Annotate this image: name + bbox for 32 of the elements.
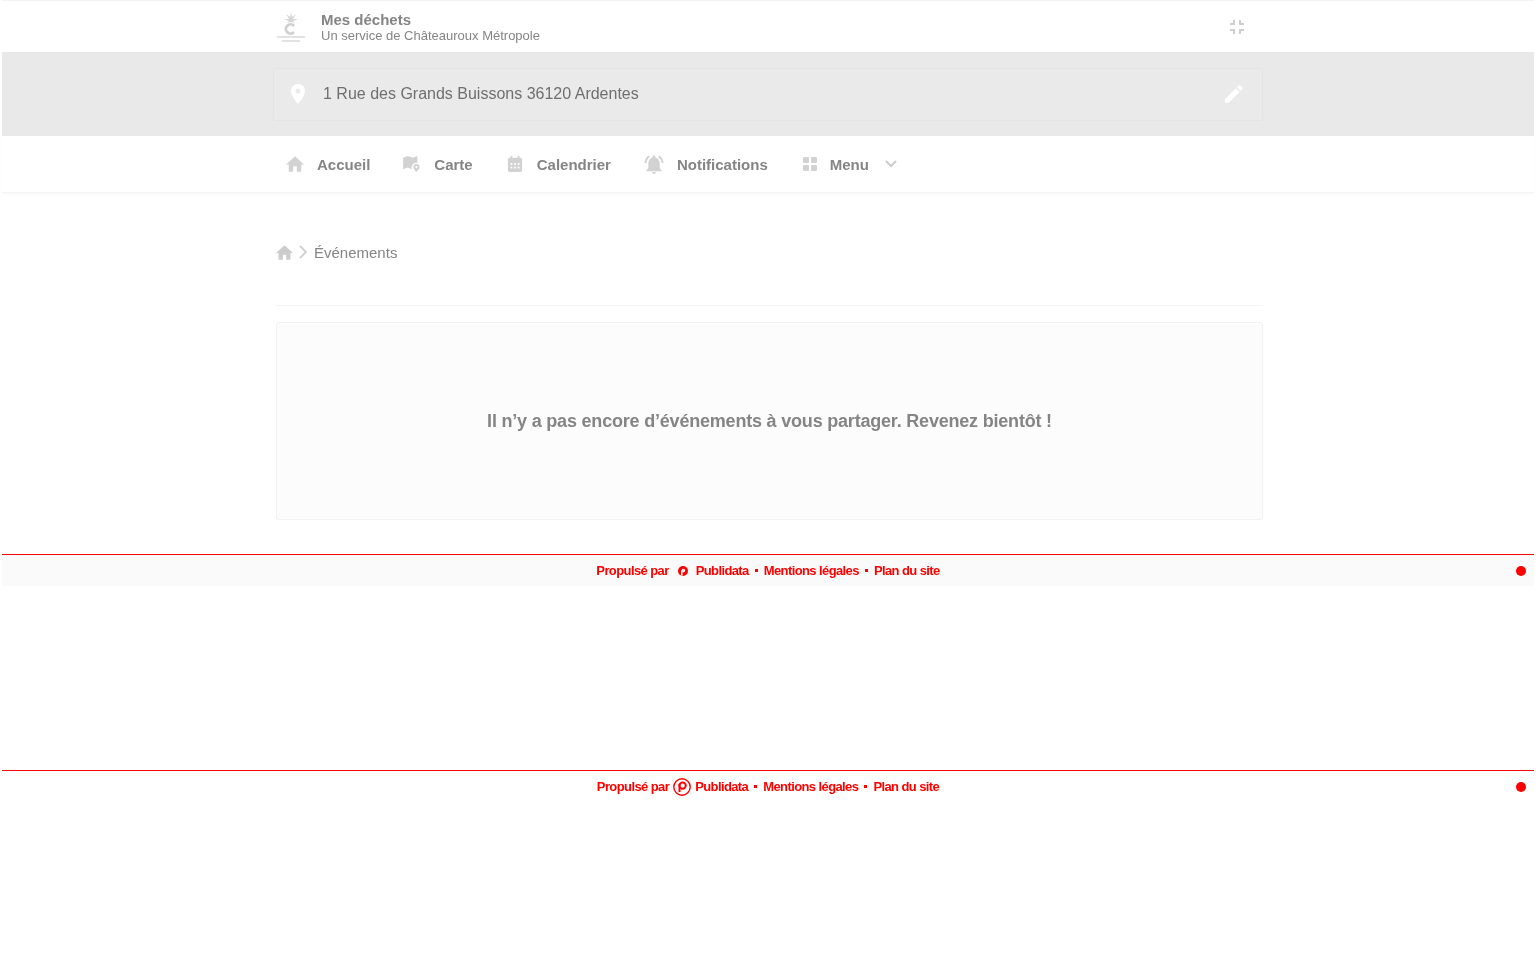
brand-link[interactable]: Publidata bbox=[695, 563, 749, 578]
collapse-icon[interactable] bbox=[1230, 19, 1244, 34]
empty-state-message: Il n’y a pas encore d’événements à vous partager. Revenez bientôt ! bbox=[487, 410, 1052, 432]
footer-link[interactable]: Plan du site bbox=[873, 563, 940, 578]
brand-link[interactable]: Publidata bbox=[695, 779, 749, 794]
nav-link[interactable]: Carte bbox=[390, 149, 493, 179]
footer-link[interactable]: Mentions légales bbox=[763, 563, 859, 578]
chevron-down-icon bbox=[884, 160, 897, 168]
bell-icon bbox=[643, 154, 664, 174]
nav-link[interactable]: Notifications bbox=[630, 148, 788, 180]
status-dot-icon bbox=[1516, 781, 1526, 792]
grid-icon bbox=[802, 157, 817, 171]
brand-logo-icon bbox=[673, 777, 692, 796]
footer-link[interactable]: Plan du site bbox=[873, 779, 940, 794]
nav-link[interactable]: Accueil bbox=[273, 149, 391, 179]
app-title: Mes déchets bbox=[321, 10, 412, 28]
home-icon[interactable] bbox=[276, 244, 293, 260]
status-dot-icon bbox=[1516, 565, 1526, 576]
powered-by-label: Propulsé par bbox=[596, 779, 670, 794]
nav-link[interactable]: Menu bbox=[787, 149, 917, 179]
address-field[interactable]: 1 Rue des Grands Buissons 36120 Ardentes bbox=[273, 67, 1263, 121]
map-icon bbox=[403, 156, 422, 172]
nav-link[interactable]: Calendrier bbox=[492, 149, 631, 179]
calendar-icon bbox=[505, 156, 524, 172]
app-subtitle: Un service de Châteauroux Métropole bbox=[321, 27, 540, 43]
breadcrumb-current: Événements bbox=[314, 243, 398, 261]
powered-by-label: Propulsé par bbox=[596, 563, 669, 578]
chevron-right-icon bbox=[299, 245, 307, 259]
address-value: 1 Rue des Grands Buissons 36120 Ardentes bbox=[323, 85, 640, 103]
footer-link[interactable]: Mentions légales bbox=[763, 779, 859, 794]
brand-logo-icon bbox=[677, 565, 688, 576]
home-icon bbox=[286, 156, 304, 172]
